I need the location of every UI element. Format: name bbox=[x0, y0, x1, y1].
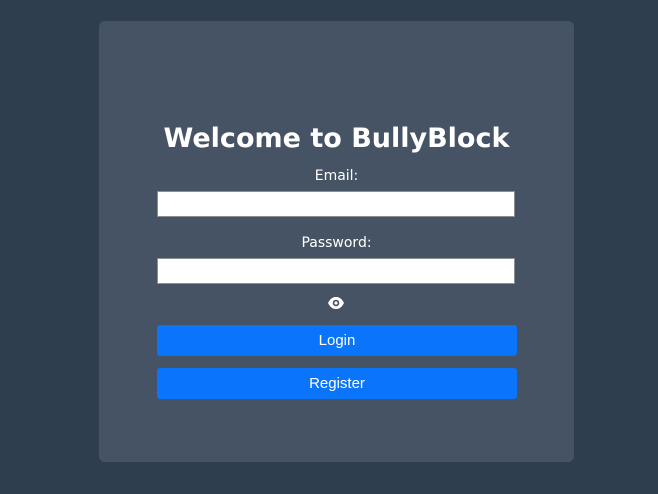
eye-icon[interactable] bbox=[327, 295, 345, 309]
login-card: Welcome to BullyBlock Email: Password: L… bbox=[99, 21, 574, 462]
password-label: Password: bbox=[301, 235, 372, 251]
email-field[interactable] bbox=[157, 191, 515, 217]
login-button[interactable]: Login bbox=[157, 325, 517, 356]
email-label: Email: bbox=[314, 168, 359, 184]
page-title: Welcome to BullyBlock bbox=[163, 123, 510, 154]
register-button[interactable]: Register bbox=[157, 368, 517, 399]
password-field[interactable] bbox=[157, 258, 515, 284]
